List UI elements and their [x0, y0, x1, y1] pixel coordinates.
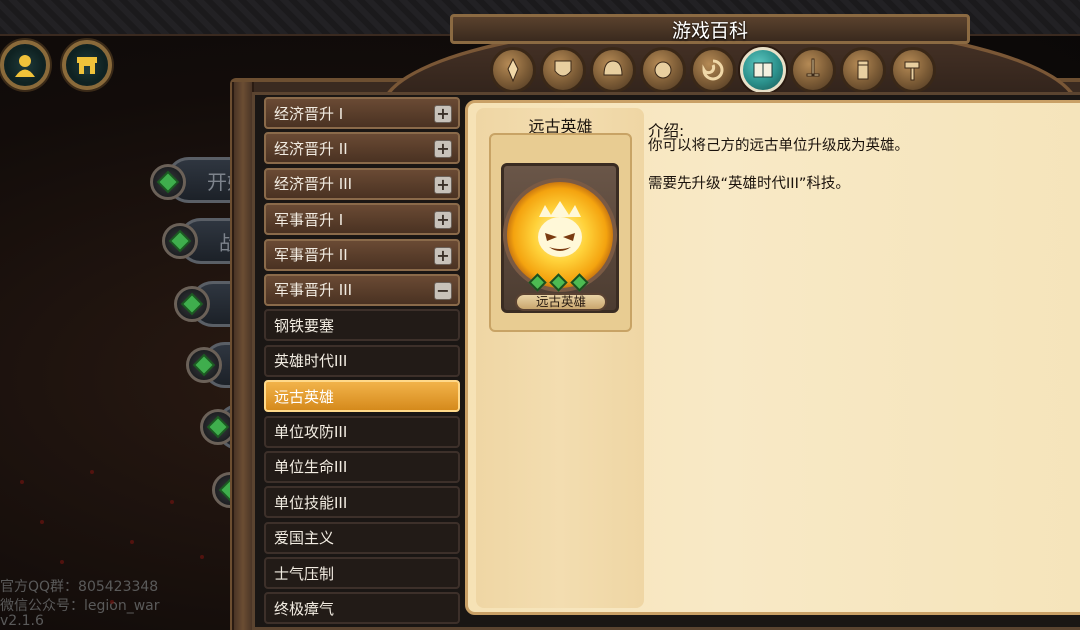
window-title: 游戏百科	[671, 19, 748, 42]
ember-particle	[170, 500, 174, 504]
ember-particle	[200, 555, 204, 559]
swirl-icon	[702, 59, 724, 81]
entry-label: 军事晋升 II	[274, 246, 348, 265]
list-item[interactable]: 英雄时代III	[264, 344, 460, 377]
star-gem-icon	[570, 273, 589, 292]
background-menu-gem-icon	[186, 347, 222, 383]
tab-hammer[interactable]	[890, 47, 936, 93]
profile-button[interactable]	[0, 40, 50, 90]
entry-label: 经济晋升 I	[274, 104, 344, 123]
entry-label: 单位技能III	[274, 493, 348, 512]
book-icon	[753, 62, 773, 78]
tab-shield-sword[interactable]	[540, 47, 586, 93]
tab-tower[interactable]	[840, 47, 886, 93]
category-row[interactable]: 经济晋升 II +	[264, 132, 460, 165]
entry-label: 经济晋升 III	[274, 175, 353, 194]
entry-label: 终极瘴气	[274, 599, 335, 618]
tab-sword[interactable]	[790, 47, 836, 93]
entry-label: 爱国主义	[274, 529, 335, 548]
ember-particle	[40, 520, 44, 524]
expand-icon[interactable]: +	[434, 140, 452, 159]
entry-label: 单位生命III	[274, 458, 348, 477]
entry-label: 英雄时代III	[274, 352, 348, 371]
tab-swirl[interactable]	[690, 47, 736, 93]
entry-label: 士气压制	[274, 564, 335, 583]
helmet-icon	[603, 60, 623, 76]
shield-sword-icon	[554, 60, 572, 77]
expand-icon[interactable]: +	[434, 246, 452, 265]
list-item[interactable]: 单位技能III	[264, 486, 460, 519]
list-item[interactable]: 士气压制	[264, 557, 460, 590]
hammer-icon	[904, 61, 920, 81]
entry-label: 军事晋升 I	[274, 210, 344, 229]
profile-icon	[15, 55, 35, 77]
qq-group-text: 官方QQ群：805423348	[0, 579, 159, 595]
tab-rocket[interactable]	[490, 47, 536, 93]
wechat-text: 微信公众号：legion_war	[0, 598, 160, 614]
list-item[interactable]: 爱国主义	[264, 521, 460, 554]
category-row[interactable]: 经济晋升 III +	[264, 167, 460, 200]
tab-book[interactable]	[740, 47, 786, 93]
star-gems	[528, 273, 589, 292]
ember-particle	[110, 600, 114, 604]
background-menu-gem-icon	[174, 286, 210, 322]
list-item[interactable]: 单位生命III	[264, 450, 460, 483]
ancient-hero-icon	[538, 201, 582, 257]
entry-label: 军事晋升 III	[274, 281, 353, 300]
gear-helmet-icon	[654, 61, 672, 79]
expand-icon[interactable]: +	[434, 105, 452, 123]
category-row[interactable]: 军事晋升 II +	[264, 238, 460, 271]
ember-particle	[130, 540, 134, 544]
tower-icon	[857, 60, 869, 80]
entry-label: 经济晋升 II	[274, 139, 348, 158]
list-item[interactable]: 远古英雄	[264, 380, 460, 413]
ember-particle	[90, 470, 94, 474]
tab-gear-helmet[interactable]	[640, 47, 686, 93]
intro-text: 你可以将己方的远古单位升级成为英雄。	[648, 138, 909, 154]
list-item[interactable]: 终极瘴气	[264, 592, 460, 625]
category-row[interactable]: 军事晋升 I +	[264, 203, 460, 236]
category-row[interactable]: 经济晋升 I +	[264, 97, 460, 129]
expand-icon[interactable]: +	[434, 211, 452, 230]
version-text: v2.1.6	[0, 613, 44, 629]
star-gem-icon	[528, 273, 547, 292]
list-item[interactable]: 单位攻防III	[264, 415, 460, 448]
ember-particle	[20, 480, 24, 484]
collapse-icon[interactable]: −	[434, 281, 452, 300]
background-menu-gem-icon	[162, 223, 198, 259]
shop-icon	[77, 57, 97, 74]
entry-list: 经济晋升 I + 经济晋升 II + 经济晋升 III + 军事晋升 I + 军事晋升 II + 军…	[264, 97, 460, 628]
entry-label: 钢铁要塞	[274, 316, 335, 335]
frame-post	[232, 82, 254, 630]
rocket-icon	[507, 57, 519, 83]
expand-icon[interactable]: +	[434, 175, 452, 194]
ember-particle	[60, 560, 64, 564]
category-row[interactable]: 军事晋升 III −	[264, 273, 460, 306]
title-plate: 游戏百科	[450, 14, 970, 44]
category-tabs	[490, 47, 936, 93]
entry-label: 远古英雄	[274, 387, 335, 406]
tab-helmet[interactable]	[590, 47, 636, 93]
sword-icon	[806, 58, 820, 77]
entry-label: 单位攻防III	[274, 423, 348, 442]
list-item[interactable]: 钢铁要塞	[264, 309, 460, 342]
star-gem-icon	[549, 273, 568, 292]
shop-button[interactable]	[62, 40, 112, 90]
background-menu-gem-icon	[150, 164, 186, 200]
requirement-text: 需要先升级“英雄时代III”科技。	[648, 176, 850, 192]
hero-card-label: 远古英雄	[515, 293, 607, 311]
